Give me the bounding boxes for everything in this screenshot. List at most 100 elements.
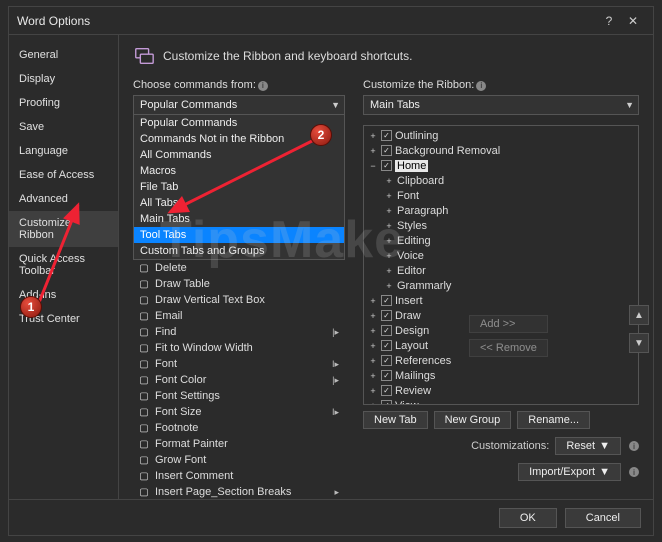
- choose-commands-combo[interactable]: Popular Commands ▼: [133, 95, 345, 115]
- dropdown-option[interactable]: Main Tabs: [134, 211, 344, 227]
- sidebar-item-quick-access-toolbar[interactable]: Quick Access Toolbar: [9, 247, 118, 283]
- tree-node[interactable]: +Grammarly: [364, 278, 638, 293]
- command-item[interactable]: ▢Find|▸: [133, 324, 345, 340]
- checkbox[interactable]: [381, 340, 392, 351]
- command-item[interactable]: ▢FontI▸: [133, 356, 345, 372]
- customize-ribbon-combo[interactable]: Main Tabs ▼: [363, 95, 639, 115]
- expander-icon[interactable]: +: [384, 251, 394, 261]
- command-item[interactable]: ▢Font SizeI▸: [133, 404, 345, 420]
- command-item[interactable]: ▢Insert Page_Section Breaks▸: [133, 484, 345, 499]
- checkbox[interactable]: [381, 400, 392, 405]
- expander-icon[interactable]: +: [368, 326, 378, 336]
- mail-icon: ▢: [137, 309, 151, 323]
- checkbox[interactable]: [381, 385, 392, 396]
- expander-icon[interactable]: +: [368, 296, 378, 306]
- tree-node[interactable]: +Mailings: [364, 368, 638, 383]
- expander-icon[interactable]: +: [368, 311, 378, 321]
- cmt-icon: ▢: [137, 469, 151, 483]
- add-button[interactable]: Add >>: [469, 315, 548, 333]
- help-button[interactable]: ?: [597, 11, 621, 31]
- cancel-button[interactable]: Cancel: [565, 508, 641, 528]
- expander-icon[interactable]: +: [384, 176, 394, 186]
- info-icon[interactable]: i: [476, 81, 486, 91]
- expander-icon[interactable]: +: [368, 131, 378, 141]
- tree-node[interactable]: +Background Removal: [364, 143, 638, 158]
- dropdown-option[interactable]: Custom Tabs and Groups: [134, 243, 344, 259]
- tree-node[interactable]: +Editor: [364, 263, 638, 278]
- tree-node[interactable]: + Insert: [364, 293, 638, 308]
- expander-icon[interactable]: +: [368, 386, 378, 396]
- rename-button[interactable]: Rename...: [517, 411, 590, 429]
- dropdown-option[interactable]: File Tab: [134, 179, 344, 195]
- move-down-button[interactable]: ▼: [629, 333, 649, 353]
- expander-icon[interactable]: +: [384, 206, 394, 216]
- tree-node[interactable]: +View: [364, 398, 638, 405]
- expander-icon[interactable]: +: [384, 281, 394, 291]
- expander-icon[interactable]: +: [368, 341, 378, 351]
- reset-button[interactable]: Reset ▼: [555, 437, 621, 455]
- tree-label: Insert: [395, 295, 423, 307]
- expander-icon[interactable]: +: [384, 221, 394, 231]
- command-item[interactable]: ▢Insert Comment: [133, 468, 345, 484]
- command-item[interactable]: ▢Draw Table: [133, 276, 345, 292]
- tree-node[interactable]: +Styles: [364, 218, 638, 233]
- expander-icon[interactable]: −: [368, 161, 378, 171]
- expander-icon[interactable]: +: [368, 371, 378, 381]
- checkbox[interactable]: [381, 310, 392, 321]
- info-icon[interactable]: i: [258, 81, 268, 91]
- sidebar-item-general[interactable]: General: [9, 43, 118, 67]
- close-button[interactable]: ✕: [621, 11, 645, 31]
- expander-icon[interactable]: +: [368, 356, 378, 366]
- checkbox[interactable]: [381, 355, 392, 366]
- expander-icon[interactable]: +: [368, 401, 378, 406]
- expander-icon[interactable]: +: [384, 191, 394, 201]
- command-item[interactable]: ▢Grow Font: [133, 452, 345, 468]
- command-item[interactable]: ▢Fit to Window Width: [133, 340, 345, 356]
- sidebar-item-language[interactable]: Language: [9, 139, 118, 163]
- remove-button[interactable]: << Remove: [469, 339, 548, 357]
- dropdown-option[interactable]: All Commands: [134, 147, 344, 163]
- tree-node[interactable]: −Home: [364, 158, 638, 173]
- command-item[interactable]: ▢Email: [133, 308, 345, 324]
- tree-node[interactable]: +Editing: [364, 233, 638, 248]
- checkbox[interactable]: [381, 295, 392, 306]
- command-item[interactable]: ▢Footnote: [133, 420, 345, 436]
- tree-node[interactable]: +Voice: [364, 248, 638, 263]
- sidebar-item-save[interactable]: Save: [9, 115, 118, 139]
- info-icon[interactable]: i: [629, 441, 639, 451]
- sidebar-item-proofing[interactable]: Proofing: [9, 91, 118, 115]
- tree-node[interactable]: +Review: [364, 383, 638, 398]
- ribbon-tree[interactable]: +Outlining+Background Removal−Home+Clipb…: [363, 125, 639, 405]
- expander-icon[interactable]: +: [368, 146, 378, 156]
- command-item[interactable]: ▢Font Color|▸: [133, 372, 345, 388]
- checkbox[interactable]: [381, 130, 392, 141]
- checkbox[interactable]: [381, 145, 392, 156]
- expander-icon[interactable]: +: [384, 266, 394, 276]
- dropdown-option[interactable]: All Tabs: [134, 195, 344, 211]
- new-group-button[interactable]: New Group: [434, 411, 512, 429]
- tree-node[interactable]: +Clipboard: [364, 173, 638, 188]
- command-item[interactable]: ▢Format Painter: [133, 436, 345, 452]
- new-tab-button[interactable]: New Tab: [363, 411, 428, 429]
- checkbox[interactable]: [381, 160, 392, 171]
- move-up-button[interactable]: ▲: [629, 305, 649, 325]
- sidebar-item-display[interactable]: Display: [9, 67, 118, 91]
- import-export-button[interactable]: Import/Export ▼: [518, 463, 621, 481]
- command-list[interactable]: ▢Delete▢Draw Table▢Draw Vertical Text Bo…: [133, 260, 345, 499]
- command-item[interactable]: ▢Draw Vertical Text Box: [133, 292, 345, 308]
- checkbox[interactable]: [381, 325, 392, 336]
- command-item[interactable]: ▢Delete: [133, 260, 345, 276]
- sidebar-item-customize-ribbon[interactable]: Customize Ribbon: [9, 211, 118, 247]
- dropdown-option[interactable]: Tool Tabs: [134, 227, 344, 243]
- ok-button[interactable]: OK: [499, 508, 557, 528]
- dropdown-option[interactable]: Macros: [134, 163, 344, 179]
- command-item[interactable]: ▢Font Settings: [133, 388, 345, 404]
- sidebar-item-ease-of-access[interactable]: Ease of Access: [9, 163, 118, 187]
- tree-node[interactable]: +Outlining: [364, 128, 638, 143]
- checkbox[interactable]: [381, 370, 392, 381]
- sidebar-item-advanced[interactable]: Advanced: [9, 187, 118, 211]
- info-icon[interactable]: i: [629, 467, 639, 477]
- tree-node[interactable]: +Paragraph: [364, 203, 638, 218]
- expander-icon[interactable]: +: [384, 236, 394, 246]
- tree-node[interactable]: +Font: [364, 188, 638, 203]
